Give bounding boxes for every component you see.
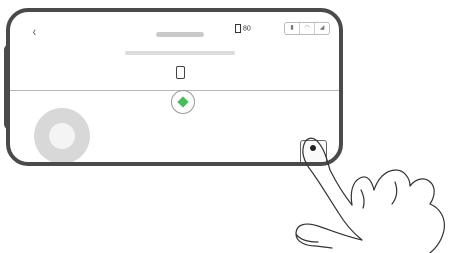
pointing-hand-illustration (295, 137, 445, 253)
